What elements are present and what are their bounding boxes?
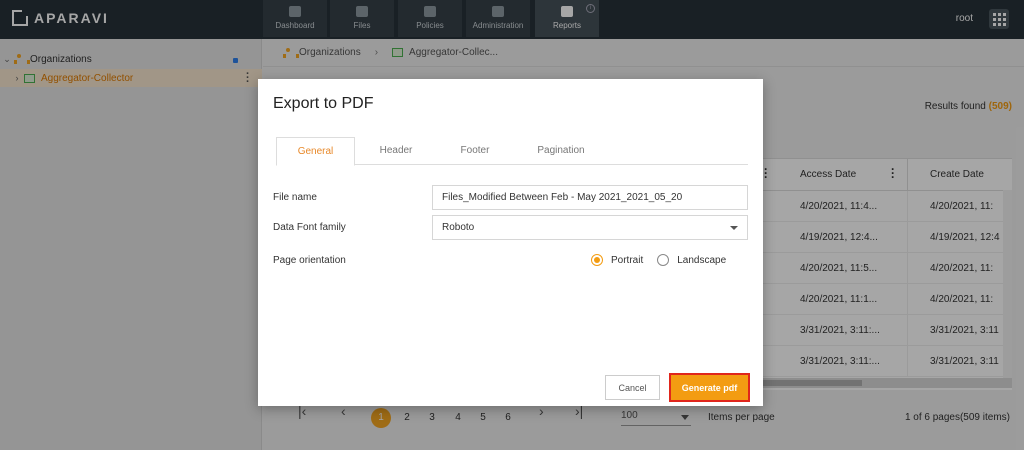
file-name-input[interactable]: Files_Modified Between Feb - May 2021_20… [432, 185, 748, 210]
generate-pdf-button[interactable]: Generate pdf [669, 373, 750, 402]
font-family-value: Roboto [442, 222, 475, 233]
font-family-select[interactable]: Roboto [432, 215, 748, 240]
page-orientation-label: Page orientation [273, 255, 346, 266]
cancel-button[interactable]: Cancel [605, 375, 660, 400]
dropdown-arrow-icon [730, 226, 738, 234]
tab-footer[interactable]: Footer [443, 137, 507, 165]
tab-general[interactable]: General [276, 137, 355, 166]
file-name-label: File name [273, 192, 317, 203]
orientation-radio-group: Portrait Landscape [591, 254, 726, 266]
portrait-label[interactable]: Portrait [611, 255, 643, 266]
font-family-label: Data Font family [273, 222, 346, 233]
landscape-label[interactable]: Landscape [677, 255, 726, 266]
dialog-title: Export to PDF [273, 95, 374, 112]
landscape-radio[interactable] [657, 254, 670, 266]
export-pdf-dialog: Export to PDF General Header Footer Pagi… [258, 79, 763, 406]
tab-pagination[interactable]: Pagination [521, 137, 601, 165]
tab-header[interactable]: Header [364, 137, 428, 165]
portrait-radio[interactable] [591, 254, 603, 266]
dialog-tabs: General Header Footer Pagination [276, 137, 748, 166]
